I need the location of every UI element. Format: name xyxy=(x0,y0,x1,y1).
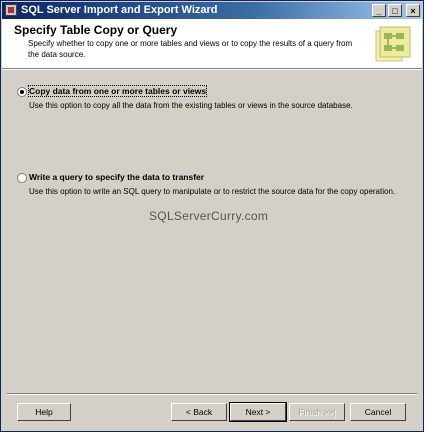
finish-button[interactable]: Finish >>| xyxy=(289,403,345,421)
wizard-header: Specify Table Copy or Query Specify whet… xyxy=(2,19,422,69)
copy-tables-label[interactable]: Copy data from one or more tables or vie… xyxy=(27,85,208,97)
minimize-button[interactable]: _ xyxy=(372,4,386,17)
next-button[interactable]: Next > xyxy=(229,402,287,422)
write-query-description: Use this option to write an SQL query to… xyxy=(29,187,396,196)
close-button[interactable]: × xyxy=(406,4,420,17)
window-title: SQL Server Import and Export Wizard xyxy=(21,4,218,16)
footer-divider-highlight xyxy=(7,394,417,395)
header-divider xyxy=(2,69,422,70)
help-button[interactable]: Help xyxy=(17,403,71,421)
copy-tables-radio[interactable] xyxy=(17,87,27,97)
watermark-text: SQLServerCurry.com xyxy=(149,209,269,223)
maximize-button[interactable]: □ xyxy=(388,4,402,17)
page-description: Specify whether to copy one or more tabl… xyxy=(28,39,353,59)
back-button[interactable]: < Back xyxy=(171,403,227,421)
wizard-tables-icon xyxy=(375,26,411,62)
copy-tables-description: Use this option to copy all the data fro… xyxy=(29,101,353,110)
wizard-window: SQL Server Import and Export Wizard _ □ … xyxy=(0,0,424,432)
write-query-radio[interactable] xyxy=(17,173,27,183)
app-icon[interactable] xyxy=(5,4,17,16)
cancel-button[interactable]: Cancel xyxy=(350,403,406,421)
page-title: Specify Table Copy or Query xyxy=(14,23,178,37)
title-bar[interactable]: SQL Server Import and Export Wizard _ □ … xyxy=(2,2,422,19)
write-query-label[interactable]: Write a query to specify the data to tra… xyxy=(29,172,204,182)
